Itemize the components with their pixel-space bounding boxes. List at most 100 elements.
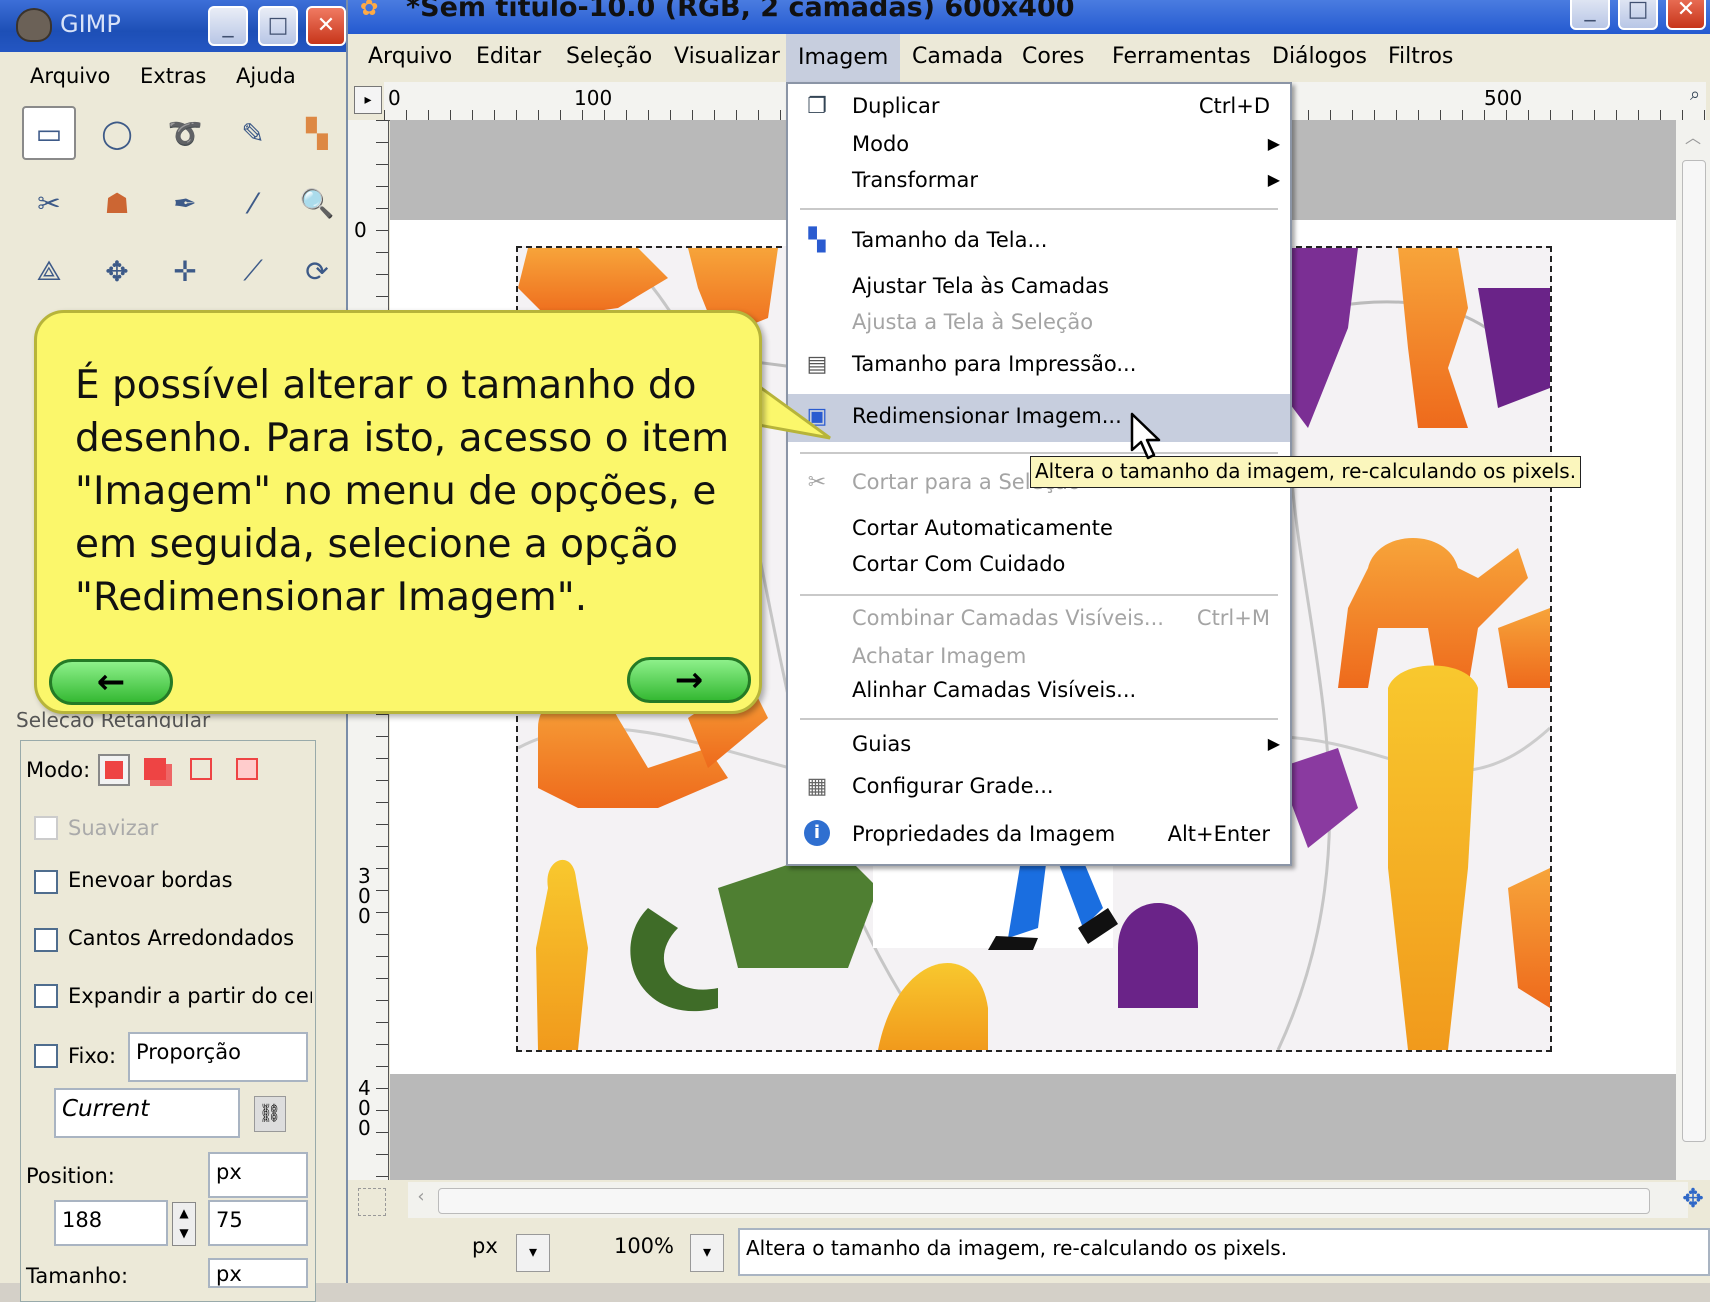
mode-replace-button[interactable] (98, 754, 130, 786)
statusbar: px ▾ 100% ▾ Altera o tamanho da imagem, … (348, 1222, 1710, 1283)
position-x-spinner[interactable]: ▲ ▼ (172, 1202, 196, 1246)
position-y-field[interactable]: 75 (208, 1200, 308, 1246)
menu-cores[interactable]: Cores (1022, 44, 1084, 69)
quickmask-icon[interactable]: ▸ (354, 86, 382, 114)
mode-add-button[interactable] (144, 758, 166, 780)
scroll-up-icon[interactable]: ︿ (1680, 124, 1706, 150)
align-tool-icon[interactable]: ✛ (158, 244, 212, 298)
measure-tool-icon[interactable]: ⟁ (22, 244, 76, 298)
prev-button[interactable]: ← (49, 659, 173, 705)
menu-ferramentas[interactable]: Ferramentas (1112, 44, 1251, 69)
paths-tool-icon[interactable]: ✒ (158, 176, 212, 230)
move-tool-icon[interactable]: ✥ (90, 244, 144, 298)
rotate-tool-icon[interactable]: ⟳ (290, 244, 344, 298)
lasso-tool-icon[interactable]: ➰ (158, 106, 212, 160)
toolbox-title: GIMP (60, 10, 121, 38)
menu-item-propriedades[interactable]: i Propriedades da Imagem Alt+Enter (788, 818, 1290, 854)
horizontal-scrollbar[interactable]: ‹ (408, 1182, 1688, 1218)
image-minimize-icon[interactable]: _ (1570, 0, 1610, 30)
feather-checkbox[interactable] (34, 870, 58, 894)
status-message: Altera o tamanho da imagem, re-calculand… (738, 1228, 1710, 1276)
menu-imagem[interactable]: Imagem (786, 34, 901, 82)
foreground-select-tool-icon[interactable]: ☗ (90, 176, 144, 230)
toolbox-menu-arquivo[interactable]: Arquivo (30, 64, 110, 88)
scroll-left-icon[interactable]: ‹ (408, 1186, 434, 1212)
zoom-tool-icon[interactable]: 🔍 (290, 176, 344, 230)
vertical-scroll-thumb[interactable] (1682, 160, 1706, 1142)
toolbox-menu-extras[interactable]: Extras (140, 64, 206, 88)
menu-item-ajustar-camadas[interactable]: Ajustar Tela às Camadas (788, 270, 1290, 306)
menu-camada[interactable]: Camada (912, 44, 1003, 69)
size-label: Tamanho: (26, 1264, 129, 1288)
ellipse-select-tool-icon[interactable]: ◯ (90, 106, 144, 160)
color-picker-tool-icon[interactable]: ⁄ (226, 176, 280, 230)
scissors-tool-icon[interactable]: ✂ (22, 176, 76, 230)
image-close-icon[interactable]: ✕ (1666, 0, 1706, 30)
cortar-auto-label: Cortar Automaticamente (852, 516, 1113, 540)
menu-selecao[interactable]: Seleção (566, 44, 652, 69)
zoom-fit-icon[interactable]: ⌕ (1682, 84, 1708, 114)
maximize-icon[interactable]: □ (258, 6, 298, 46)
next-button[interactable]: → (627, 657, 751, 703)
wilber-icon: ✿ (360, 0, 379, 21)
menu-visualizar[interactable]: Visualizar (674, 44, 780, 69)
fixed-checkbox[interactable] (34, 1044, 58, 1068)
image-maximize-icon[interactable]: □ (1618, 0, 1658, 30)
menu-editar[interactable]: Editar (476, 44, 541, 69)
mode-subtract-button[interactable] (190, 758, 212, 780)
expand-center-checkbox[interactable] (34, 984, 58, 1008)
minimize-icon[interactable]: _ (208, 6, 248, 46)
crop-tool-icon[interactable]: ⟋ (226, 244, 280, 298)
tamanho-impressao-label: Tamanho para Impressão... (852, 352, 1137, 376)
toolbox-menu-ajuda[interactable]: Ajuda (236, 64, 296, 88)
toolbox-titlebar: GIMP _ □ ✕ (0, 0, 346, 52)
vertical-scrollbar[interactable]: ︿ (1676, 120, 1710, 1180)
redimensionar-label: Redimensionar Imagem... (852, 404, 1122, 428)
color-select-tool-icon[interactable]: ▚ (290, 106, 344, 160)
menu-item-tamanho-impressao[interactable]: ▤ Tamanho para Impressão... (788, 348, 1290, 384)
pan-icon[interactable]: ✥ (1678, 1184, 1708, 1214)
propriedades-label: Propriedades da Imagem (852, 822, 1116, 846)
navigate-icon[interactable] (358, 1188, 386, 1216)
unit-dropdown-icon[interactable]: ▾ (516, 1234, 550, 1272)
menu-item-alinhar[interactable]: Alinhar Camadas Visíveis... (788, 674, 1290, 710)
menu-item-combinar: Combinar Camadas Visíveis... Ctrl+M (788, 602, 1290, 638)
menu-item-redimensionar[interactable]: ▣ Redimensionar Imagem... (788, 394, 1290, 442)
canvas-size-icon: ▚ (808, 228, 826, 253)
menu-item-cortar-cuidado[interactable]: Cortar Com Cuidado (788, 548, 1290, 584)
position-unit-select[interactable]: px (208, 1152, 308, 1198)
duplicar-label: Duplicar (852, 94, 940, 118)
zoom-dropdown-icon[interactable]: ▾ (690, 1234, 724, 1272)
fixed-select[interactable]: Proporção (128, 1032, 308, 1082)
fuzzy-select-tool-icon[interactable]: ✎ (226, 106, 280, 160)
rounded-corners-checkbox[interactable] (34, 928, 58, 952)
menu-item-transformar[interactable]: Transformar ▶ (788, 164, 1290, 200)
mode-label: Modo: (26, 758, 91, 782)
fixed-label: Fixo: (68, 1044, 117, 1068)
menu-item-grade[interactable]: ▦ Configurar Grade... (788, 770, 1290, 806)
feather-label: Enevoar bordas (68, 868, 233, 892)
position-x-field[interactable]: 188 (54, 1200, 168, 1246)
zoom-select[interactable]: 100% (560, 1228, 680, 1276)
close-icon[interactable]: ✕ (306, 6, 346, 46)
duplicar-shortcut: Ctrl+D (1198, 94, 1270, 118)
menu-item-cortar-auto[interactable]: Cortar Automaticamente (788, 512, 1290, 548)
unit-select[interactable]: px (466, 1228, 518, 1276)
mode-intersect-button[interactable] (236, 758, 258, 780)
antialias-checkbox[interactable] (34, 816, 58, 840)
rect-select-tool-icon[interactable]: ▭ (22, 106, 76, 160)
menu-item-guias[interactable]: Guias ▶ (788, 728, 1290, 764)
menu-item-tamanho-tela[interactable]: ▚ Tamanho da Tela... (788, 224, 1290, 260)
menu-dialogos[interactable]: Diálogos (1272, 44, 1367, 69)
menu-arquivo[interactable]: Arquivo (368, 44, 452, 69)
horizontal-scroll-thumb[interactable] (438, 1188, 1650, 1214)
combinar-label: Combinar Camadas Visíveis... (852, 606, 1164, 630)
menu-filtros[interactable]: Filtros (1388, 44, 1453, 69)
chain-icon[interactable]: ⛓ (254, 1096, 286, 1132)
current-ratio-field[interactable]: Current (54, 1088, 240, 1138)
combinar-shortcut: Ctrl+M (1196, 606, 1270, 630)
menu-item-duplicar[interactable]: ❐ Duplicar Ctrl+D (788, 90, 1290, 126)
transformar-label: Transformar (852, 168, 978, 192)
menu-item-modo[interactable]: Modo ▶ (788, 128, 1290, 164)
size-unit-select[interactable]: px (208, 1258, 308, 1288)
